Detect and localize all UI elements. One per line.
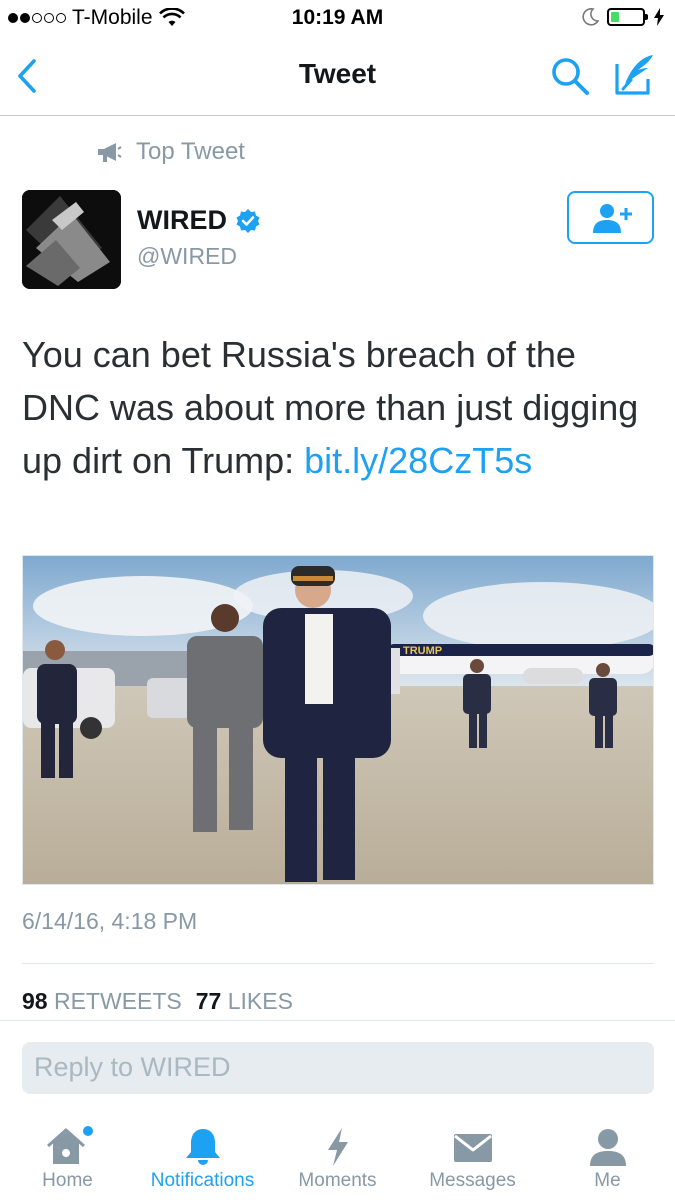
tweet-stats: 98 RETWEETS 77 LIKES [22, 988, 293, 1015]
tab-home[interactable]: Home [0, 1110, 135, 1200]
retweets-stat[interactable]: 98 RETWEETS [22, 988, 182, 1015]
unread-badge-icon [82, 1126, 93, 1136]
reply-input[interactable]: Reply to WIRED [22, 1042, 654, 1094]
tab-bar: Home Notifications Moments Messages Me [0, 1110, 675, 1200]
retweets-label: RETWEETS [53, 988, 182, 1014]
battery-icon [607, 8, 648, 26]
top-tweet-label: Top Tweet [96, 138, 245, 166]
home-icon [46, 1126, 93, 1164]
follow-button[interactable] [567, 191, 654, 244]
tweet-timestamp: 6/14/16, 4:18 PM [22, 908, 198, 934]
likes-stat[interactable]: 77 LIKES [196, 988, 293, 1015]
tab-me[interactable]: Me [540, 1110, 675, 1200]
likes-label: LIKES [227, 988, 293, 1014]
search-icon[interactable] [548, 54, 592, 98]
tab-moments[interactable]: Moments [270, 1110, 405, 1200]
tweet-link[interactable]: bit.ly/28CzT5s [304, 440, 532, 481]
plane-sign-text: TRUMP [403, 645, 442, 657]
add-user-icon [592, 203, 632, 233]
person-icon [589, 1129, 626, 1166]
compose-tweet-icon[interactable] [612, 52, 658, 98]
lightning-icon [327, 1128, 348, 1166]
envelope-icon [453, 1134, 492, 1162]
author-handle[interactable]: @WIRED [137, 243, 237, 270]
airport-photo-image: TRUMP [23, 556, 653, 884]
retweets-count: 98 [22, 988, 48, 1014]
likes-count: 77 [195, 988, 222, 1014]
author-name[interactable]: WIRED [137, 205, 261, 236]
moon-icon [582, 8, 599, 26]
tab-home-label: Home [42, 1170, 93, 1191]
tab-notifications[interactable]: Notifications [135, 1110, 270, 1200]
status-icons [581, 8, 665, 26]
status-bar: T-Mobile 10:19 AM [0, 0, 675, 38]
avatar[interactable] [22, 190, 121, 289]
clock: 10:19 AM [291, 6, 384, 29]
tab-me-label: Me [594, 1170, 621, 1191]
tab-messages[interactable]: Messages [405, 1110, 540, 1200]
tab-messages-label: Messages [429, 1170, 516, 1191]
divider [22, 963, 654, 964]
charging-bolt-icon [654, 8, 664, 26]
divider [0, 1020, 675, 1021]
tweet-text: You can bet Russia's breach of the DNC w… [22, 328, 652, 487]
tab-notifications-label: Notifications [150, 1170, 255, 1191]
top-tweet-text: Top Tweet [136, 138, 245, 165]
author-name-text: WIRED [137, 205, 227, 235]
navigation-bar: Tweet [0, 38, 675, 116]
verified-badge-icon [236, 208, 260, 233]
bell-icon [185, 1129, 220, 1165]
megaphone-icon [98, 143, 122, 162]
wired-logo-icon [22, 190, 121, 289]
tab-moments-label: Moments [298, 1170, 377, 1191]
tweet-photo[interactable]: TRUMP [22, 555, 654, 885]
